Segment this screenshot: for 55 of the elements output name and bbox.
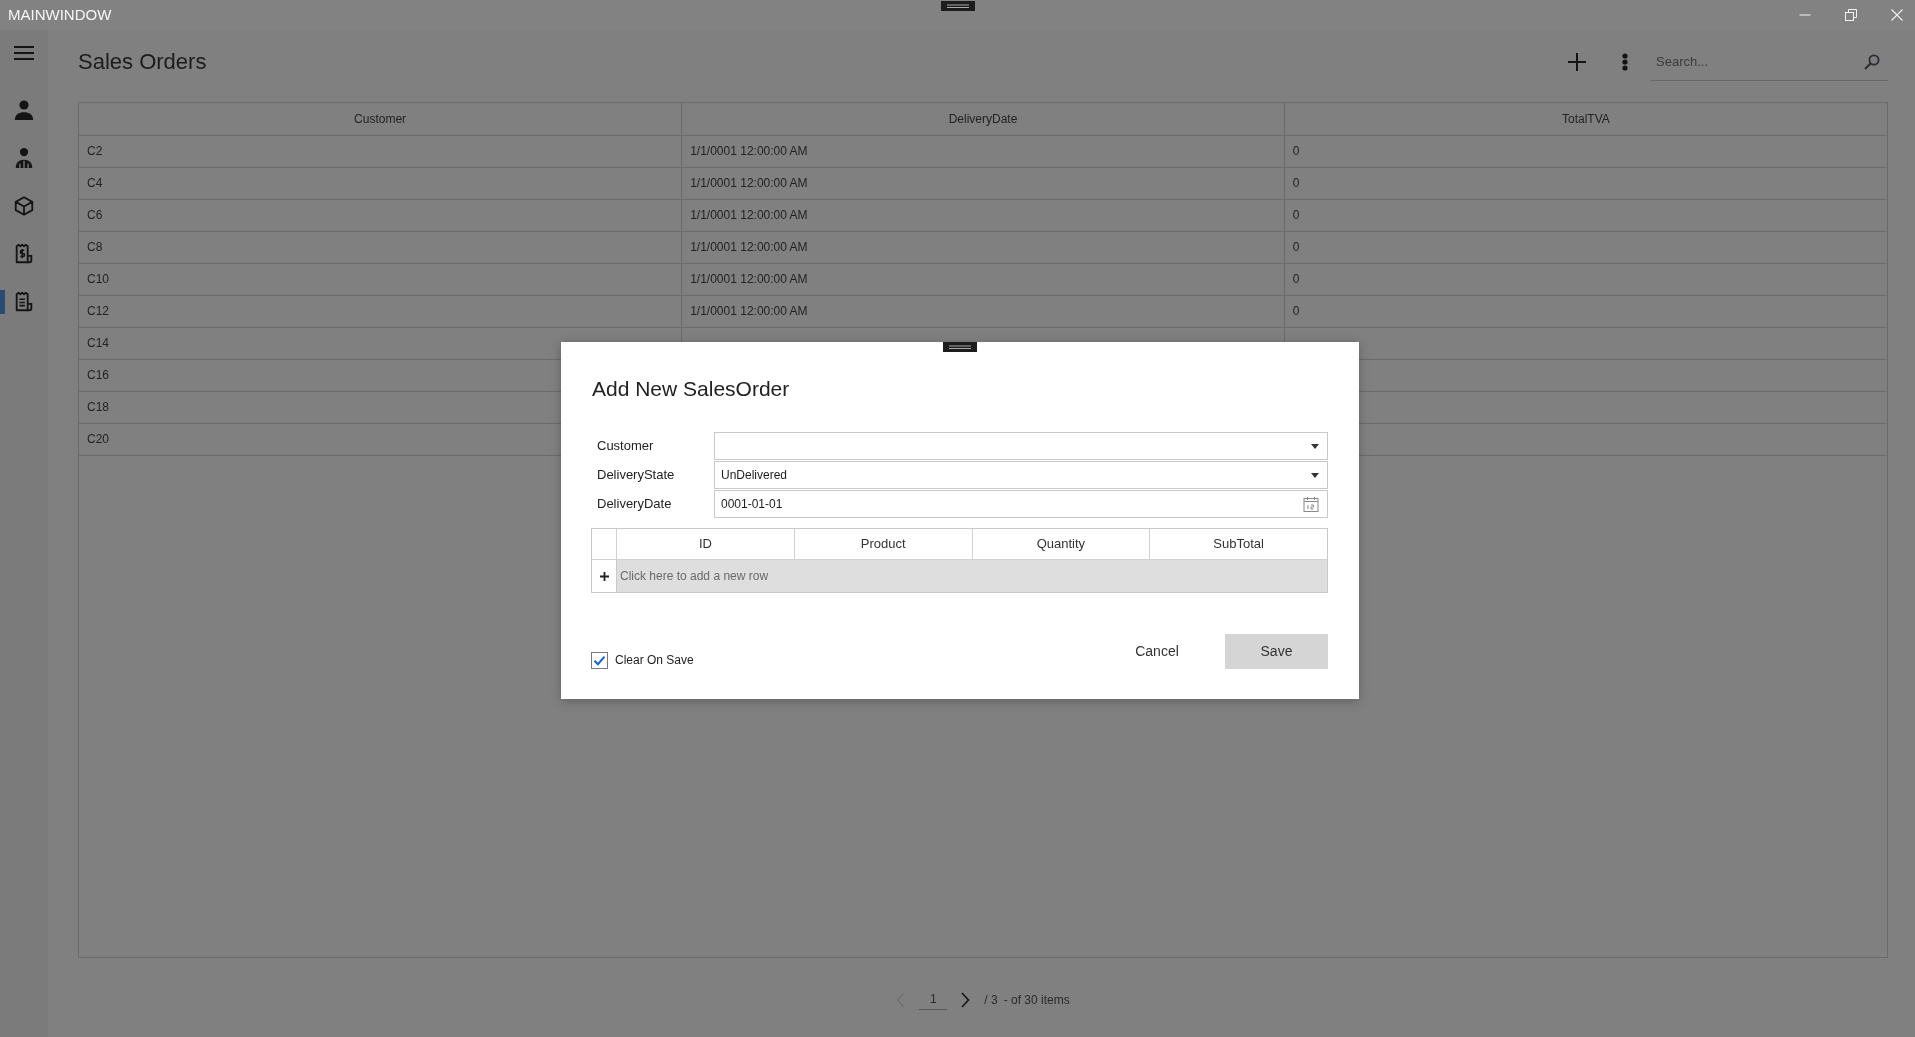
calendar-icon[interactable]	[1303, 496, 1319, 512]
page-field[interactable]: 1	[919, 989, 948, 1010]
drag-handle-icon[interactable]	[940, 1, 975, 11]
table-cell: C12	[79, 295, 682, 327]
caret-icon[interactable]	[1311, 472, 1319, 478]
page-title: Sales Orders	[78, 49, 207, 75]
person-tie-icon	[13, 147, 35, 169]
column-header[interactable]: TotalTVA	[1284, 103, 1887, 135]
search-field[interactable]: Search...	[1650, 43, 1888, 81]
table-cell: 1/1/0001 12:00:00 AM	[681, 199, 1285, 231]
table-cell: 1/1/0001 12:00:00 AM	[681, 231, 1285, 263]
more-icon[interactable]	[1622, 53, 1628, 71]
table-cell: C8	[79, 231, 682, 263]
table-cell: 0	[1284, 199, 1887, 231]
menu-icon[interactable]	[14, 46, 34, 60]
table-cell: 1/1/0001 12:00:00 AM	[681, 295, 1285, 327]
caret-icon[interactable]	[1311, 443, 1319, 449]
column-header[interactable]: DeliveryDate	[681, 103, 1285, 135]
drag-handle-icon[interactable]	[943, 342, 977, 352]
restore-icon[interactable]	[1845, 9, 1857, 21]
table-cell: C4	[79, 167, 682, 199]
table-cell: 0	[1284, 135, 1887, 167]
receipt-dollar-icon	[13, 243, 35, 265]
table-cell: 0	[1284, 295, 1887, 327]
table-cell: 0	[1284, 231, 1887, 263]
search-icon[interactable]	[1864, 54, 1880, 70]
page-count: / 3	[984, 991, 998, 1009]
plus-icon[interactable]	[599, 571, 609, 581]
table-cell: 1/1/0001 12:00:00 AM	[681, 167, 1285, 199]
table-cell: 0	[1284, 167, 1887, 199]
table-cell: C10	[79, 263, 682, 295]
new-row-placeholder[interactable]: Click here to add a new row	[616, 560, 1327, 592]
field-label: DeliveryState	[596, 466, 676, 485]
checkbox-label: Clear On Save	[615, 652, 694, 669]
column-header[interactable]: Customer	[79, 103, 682, 135]
table-cell: 0	[1284, 263, 1887, 295]
person-icon	[13, 99, 35, 121]
field-label: DeliveryDate	[596, 495, 673, 514]
close-icon[interactable]	[1891, 9, 1903, 21]
field-label: Customer	[596, 437, 655, 456]
table-cell: C2	[79, 135, 682, 167]
table-cell: 1/1/0001 12:00:00 AM	[681, 135, 1285, 167]
receipt-icon	[13, 291, 35, 313]
save-button[interactable]: Save	[1225, 634, 1328, 669]
checkbox[interactable]	[591, 651, 608, 669]
chevron-right-icon[interactable]	[961, 991, 971, 1008]
window-title: MAINWINDOW	[7, 4, 112, 25]
item-summary: - of 30 items	[1003, 991, 1070, 1009]
date-field[interactable]: 0001-01-01	[714, 490, 1328, 518]
dropdown-field[interactable]: UnDelivered	[714, 461, 1328, 489]
table-cell: 1/1/0001 12:00:00 AM	[681, 263, 1285, 295]
dropdown-field[interactable]	[714, 432, 1328, 460]
cube-icon	[13, 195, 35, 217]
cancel-button[interactable]: Cancel	[1116, 634, 1198, 669]
table-cell: C6	[79, 199, 682, 231]
